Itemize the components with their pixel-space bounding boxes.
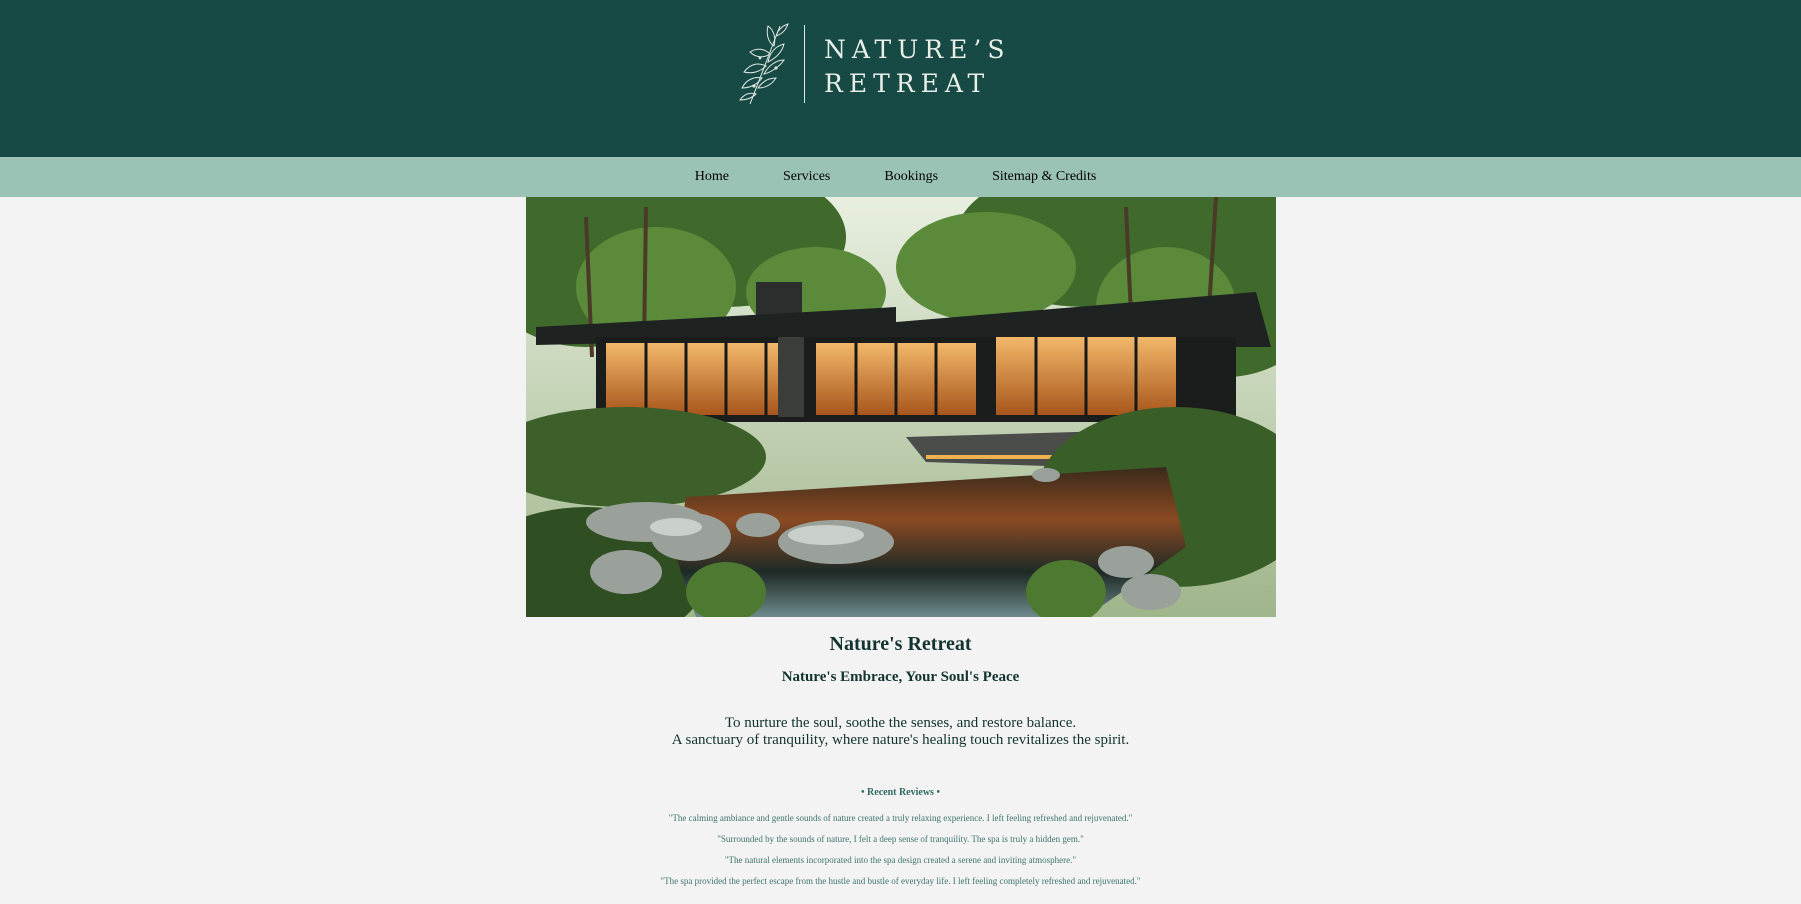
logo-divider (804, 25, 805, 103)
logo-wordmark: NATURE’S RETREAT (824, 33, 1010, 101)
logo[interactable]: NATURE’S RETREAT (736, 22, 1004, 106)
site-header: NATURE’S RETREAT (0, 0, 1801, 157)
mission-line-2: A sanctuary of tranquility, where nature… (671, 732, 1130, 748)
nav-services[interactable]: Services (756, 169, 857, 185)
nav-sitemap-credits[interactable]: Sitemap & Credits (965, 169, 1123, 185)
reviews-heading: • Recent Reviews • (861, 787, 940, 798)
mission-statement: To nurture the soul, soothe the senses, … (0, 715, 1801, 749)
hero-image (525, 197, 1276, 617)
logo-line-1: NATURE’S (824, 35, 1011, 64)
page-title: Nature's Retreat (829, 633, 972, 655)
main-nav: Home Services Bookings Sitemap & Credits (0, 157, 1801, 197)
review-item: "The calming ambiance and gentle sounds … (668, 813, 1133, 823)
logo-line-2: RETREAT (824, 69, 991, 98)
olive-sprig-icon (739, 23, 789, 105)
reviews-list: "The calming ambiance and gentle sounds … (0, 808, 1801, 892)
nav-bookings[interactable]: Bookings (857, 169, 965, 185)
mission-line-1: To nurture the soul, soothe the senses, … (724, 715, 1077, 731)
hero-illustration (525, 197, 1276, 617)
review-item: "The natural elements incorporated into … (724, 855, 1077, 865)
tagline: Nature's Embrace, Your Soul's Peace (781, 669, 1020, 685)
review-item: "The spa provided the perfect escape fro… (660, 876, 1141, 886)
review-item: "Surrounded by the sounds of nature, I f… (717, 834, 1084, 844)
nav-home[interactable]: Home (668, 169, 756, 185)
